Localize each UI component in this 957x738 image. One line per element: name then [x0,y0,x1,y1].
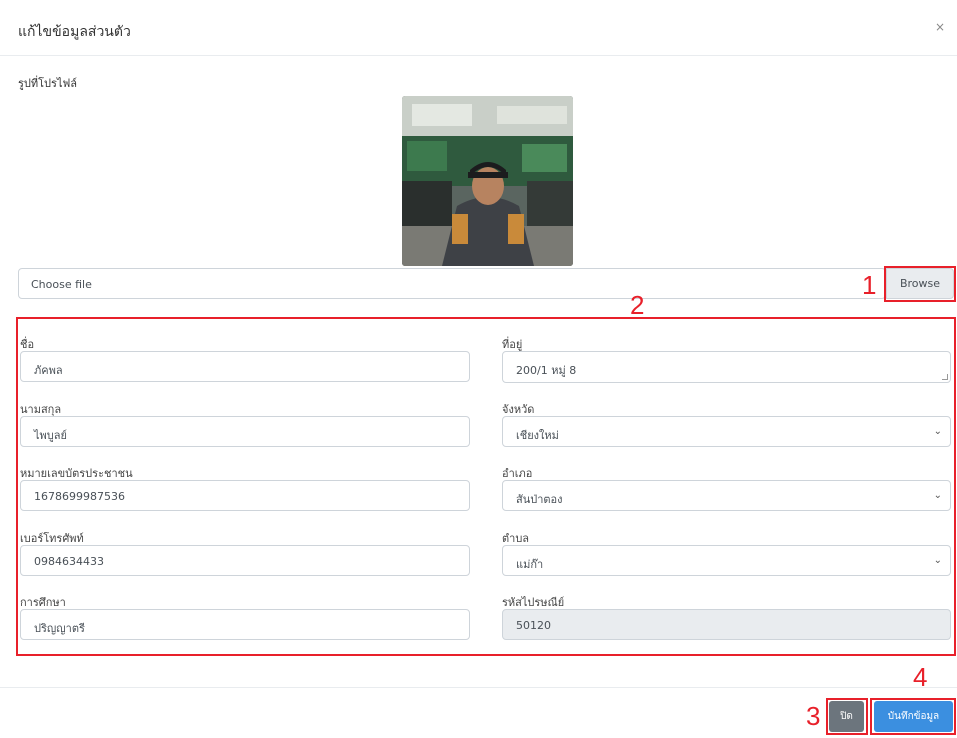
address-textarea[interactable]: 200/1 หมู่ 8 [502,351,951,383]
footer-divider [0,687,957,688]
file-upload-placeholder: Choose file [31,278,92,291]
last-name-value: ไพบูลย์ [34,429,67,442]
close-icon[interactable]: × [935,20,945,34]
chevron-down-icon: ⌄ [933,555,942,566]
last-name-field[interactable]: ไพบูลย์ [20,416,470,447]
chevron-down-icon: ⌄ [933,490,942,501]
id-card-field[interactable]: 1678699987536 [20,480,470,511]
modal-header: แก้ไขข้อมูลส่วนตัว × [0,0,957,56]
subdistrict-select[interactable]: แม่ก๊า ⌄ [502,545,951,576]
province-select[interactable]: เชียงใหม่ ⌄ [502,416,951,447]
first-name-field[interactable]: ภัคพล [20,351,470,382]
postal-code-field: 50120 [502,609,951,640]
browse-button[interactable]: Browse [886,268,954,299]
profile-photo [402,96,573,266]
chevron-down-icon: ⌄ [933,426,942,437]
annotation-4: 4 [913,662,928,692]
education-value: ปริญญาตรี [34,622,85,635]
close-button[interactable]: ปิด [829,701,864,732]
address-value: 200/1 หมู่ 8 [516,364,577,377]
province-value: เชียงใหม่ [516,429,559,442]
resize-handle-icon[interactable] [942,374,948,380]
phone-value: 0984634433 [34,555,104,568]
first-name-value: ภัคพล [34,364,63,377]
subdistrict-value: แม่ก๊า [516,558,544,571]
phone-field[interactable]: 0984634433 [20,545,470,576]
district-value: สันป่าตอง [516,493,563,506]
save-button[interactable]: บันทึกข้อมูล [874,701,953,732]
id-card-value: 1678699987536 [34,490,125,503]
annotation-3: 3 [806,701,821,731]
annotation-2: 2 [630,290,645,320]
profile-picture-label: รูปที่โปรไฟล์ [18,77,78,90]
postal-code-value: 50120 [516,619,551,632]
district-select[interactable]: สันป่าตอง ⌄ [502,480,951,511]
annotation-1: 1 [862,270,877,300]
education-field[interactable]: ปริญญาตรี [20,609,470,640]
file-upload-input[interactable]: Choose file [18,268,886,299]
modal-title: แก้ไขข้อมูลส่วนตัว [18,24,131,40]
